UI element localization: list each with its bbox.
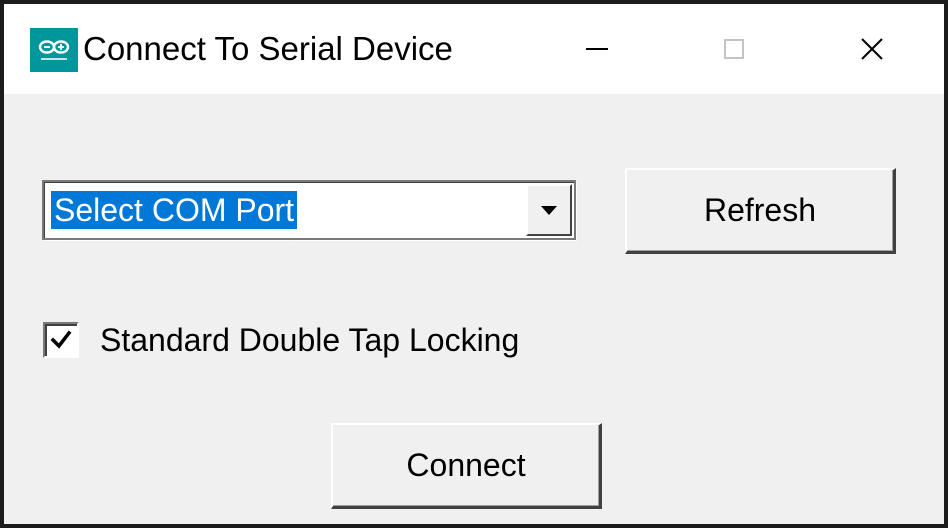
arduino-logo-icon [30, 28, 78, 72]
connect-dialog-window: Connect To Serial Device Select COM Port [0, 0, 948, 528]
dropdown-button[interactable] [526, 184, 572, 236]
maximize-button[interactable] [686, 4, 782, 94]
double-tap-locking-checkbox[interactable] [43, 322, 79, 358]
close-button[interactable] [824, 4, 920, 94]
window-title: Connect To Serial Device [83, 30, 453, 67]
double-tap-locking-label[interactable]: Standard Double Tap Locking [100, 322, 519, 359]
chevron-down-icon [541, 205, 557, 215]
minimize-icon [586, 48, 608, 50]
com-port-select-value[interactable]: Select COM Port [51, 191, 298, 229]
title-bar[interactable]: Connect To Serial Device [4, 4, 944, 94]
refresh-button[interactable]: Refresh [625, 168, 896, 254]
checkmark-icon [50, 330, 72, 349]
dialog-body: Select COM Port Refresh Standard Double … [4, 94, 944, 524]
close-icon [861, 38, 883, 60]
minimize-button[interactable] [549, 4, 645, 94]
connect-button[interactable]: Connect [331, 423, 602, 509]
com-port-select[interactable]: Select COM Port [42, 180, 576, 240]
maximize-icon [724, 39, 744, 59]
